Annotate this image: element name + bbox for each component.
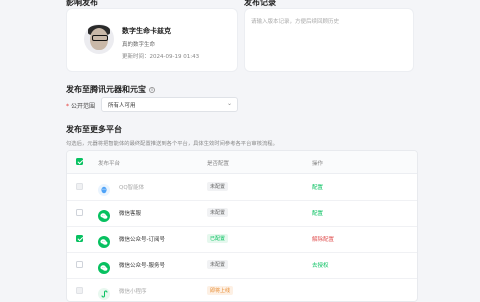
platform-name: 微信公众号-订阅号 (119, 237, 165, 243)
select-all-checkbox[interactable] (76, 158, 83, 165)
status-badge: 未配置 (207, 260, 229, 269)
status-badge: 未配置 (207, 182, 229, 191)
row-action-link[interactable]: 配置 (312, 209, 323, 217)
col-action: 操作 (312, 161, 324, 167)
row-checkbox (76, 183, 83, 190)
scope-select-value: 所有人可用 (108, 103, 136, 109)
col-platform: 发布平台 (98, 161, 121, 167)
row-action-link[interactable]: 配置 (312, 183, 323, 191)
col-config: 是否配置 (207, 161, 230, 167)
platform-name: 微信小程序 (119, 289, 147, 295)
chevron-down-icon: ⌄ (226, 100, 232, 107)
release-notes-input[interactable]: 请输入版本记录，方便后续回顾历史 (244, 8, 414, 72)
table-row: 微信公众号-服务号 未配置 去授权 (67, 252, 417, 279)
row-checkbox[interactable] (76, 209, 83, 216)
qq-icon (98, 181, 110, 196)
status-badge: 即将上线 (207, 286, 234, 295)
row-checkbox[interactable] (76, 261, 83, 268)
log-section-header: 发布记录 (244, 0, 276, 7)
bot-name: 数字生命卡兹克 (122, 27, 171, 35)
platform-name: QQ智能体 (119, 185, 145, 191)
table-row: 微信公众号-订阅号 已配置 解除配置 (67, 226, 417, 253)
platform-table: 发布平台 是否配置 操作 QQ智能体 未配置 配置 微信客服 未配置 配置 微信公众号-订阅… (66, 150, 418, 302)
wechat-icon (98, 233, 110, 248)
bot-description: 真的数字生命 (122, 42, 156, 48)
wechat-icon (98, 259, 110, 274)
row-action-link[interactable]: 去授权 (312, 261, 329, 269)
scope-label-text: 公开范围 (71, 103, 96, 110)
table-header: 发布平台 是否配置 操作 (67, 151, 417, 174)
bot-section-header: 影响发布 (66, 0, 98, 7)
row-checkbox[interactable] (76, 235, 83, 242)
tencent-section-header: 发布至腾讯元器和元宝 i (66, 84, 155, 95)
more-section-header: 发布至更多平台 (66, 125, 122, 134)
platform-name: 微信公众号-服务号 (119, 263, 165, 269)
wechat-icon (98, 207, 110, 222)
required-asterisk-icon: * (66, 103, 69, 110)
table-row: 微信小程序 即将上线 (67, 278, 417, 301)
bot-card: 数字生命卡兹克 真的数字生命 更新时间：2024-09-19 01:43 (66, 8, 238, 72)
bot-avatar (84, 24, 114, 54)
table-row: QQ智能体 未配置 配置 (67, 174, 417, 201)
release-notes-placeholder: 请输入版本记录，方便后续回顾历史 (251, 19, 340, 25)
mini-program-icon (98, 285, 110, 300)
row-action-link[interactable]: 解除配置 (312, 235, 334, 243)
table-row: 微信客服 未配置 配置 (67, 200, 417, 227)
status-badge: 已配置 (207, 234, 229, 243)
scope-label: * 公开范围 (66, 101, 95, 110)
bot-publish-time: 更新时间：2024-09-19 01:43 (122, 54, 200, 60)
info-icon[interactable]: i (149, 87, 155, 93)
row-checkbox (76, 287, 83, 294)
platform-name: 微信客服 (119, 211, 142, 217)
scope-select[interactable]: 所有人可用 ⌄ (101, 97, 238, 112)
tencent-section-title: 发布至腾讯元器和元宝 (66, 85, 146, 94)
status-badge: 未配置 (207, 208, 229, 217)
more-section-hint: 勾选后，元器将把智能体的最终配置推送到各个平台，具体生效时间参考各平台审核流程。 (66, 141, 278, 147)
